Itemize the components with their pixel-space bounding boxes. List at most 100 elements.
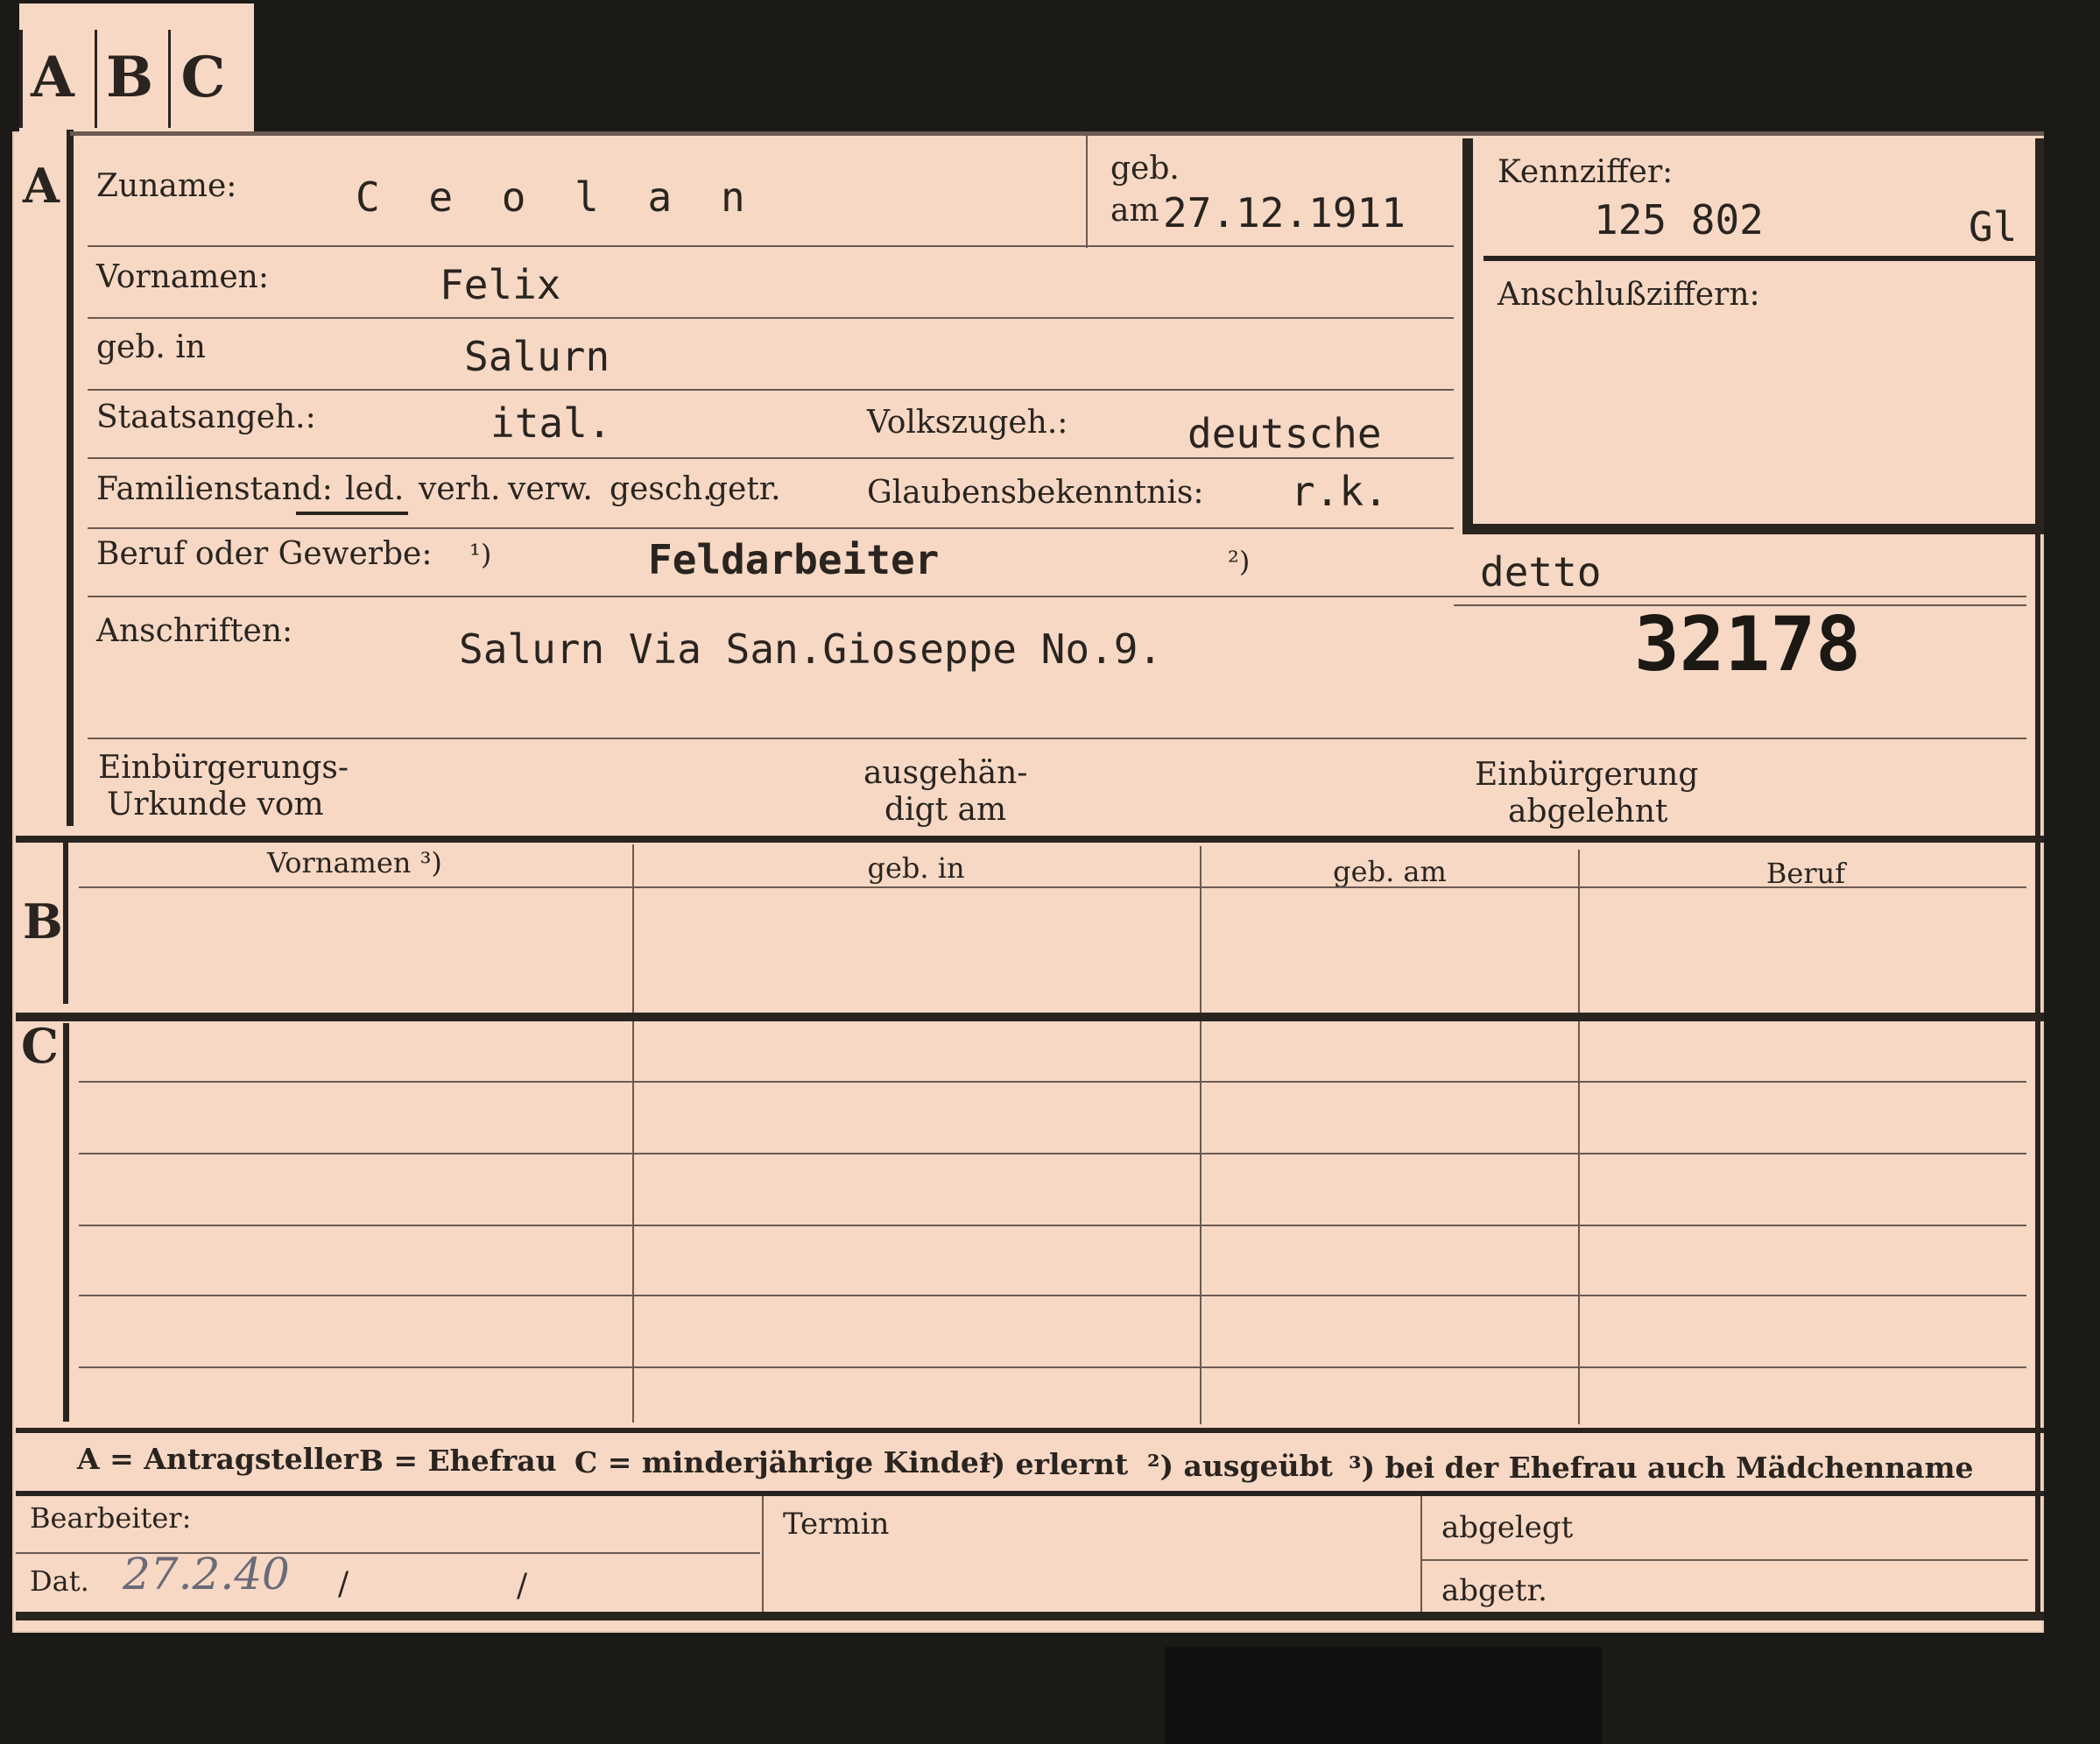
top-border	[70, 131, 2044, 136]
col-header-firstnames: Vornamen ³)	[267, 846, 442, 879]
marital-option-getr: getr.	[708, 471, 781, 507]
section-ab-divider	[16, 836, 2044, 843]
occupation-value-2: detto	[1480, 548, 1602, 596]
rejected-label-1: Einbürgerung	[1475, 757, 1699, 793]
ethnicity-label: Volkszugeh.:	[867, 405, 1068, 441]
birthplace-value: Salurn	[464, 333, 610, 380]
birth-date-label-1: geb.	[1110, 151, 1180, 187]
section-b-letter: B	[23, 893, 63, 950]
tab-c[interactable]: C	[170, 30, 236, 126]
stamp-number: 32178	[1634, 601, 1861, 688]
date-value: 27.2.40	[123, 1549, 290, 1599]
c-row-line-5	[79, 1366, 2026, 1368]
naturalization-label-2: Urkunde vom	[107, 787, 324, 823]
marital-option-gesch: gesch.	[610, 471, 713, 507]
footer-filed-line	[1422, 1559, 2028, 1561]
issued-label-2: digt am	[884, 792, 1007, 828]
citizenship-value: ital.	[490, 399, 612, 447]
legend-c: C = minderjährige Kinder	[574, 1445, 995, 1479]
row-line-1	[88, 245, 1454, 247]
row-line-4	[88, 457, 1454, 459]
date-slash-2: /	[517, 1568, 528, 1604]
left-border-a	[67, 130, 74, 826]
filed-label: abgelegt	[1441, 1510, 1574, 1545]
footer-divider-1	[762, 1496, 764, 1613]
section-bc-divider	[16, 1013, 2044, 1021]
ethnicity-value: deutsche	[1187, 410, 1382, 457]
rejected-label-2: abgelehnt	[1508, 794, 1668, 830]
left-border-b	[63, 837, 68, 1004]
firstname-label: Vornamen:	[96, 259, 269, 295]
date-label: Dat.	[30, 1564, 89, 1598]
footer-bottom-line	[16, 1612, 2044, 1620]
date-slash-1: /	[338, 1566, 349, 1602]
c-row-line-4	[79, 1295, 2026, 1296]
occupation-note-1: ¹)	[469, 538, 492, 571]
id-box-separator	[1483, 256, 2035, 261]
col-divider-1	[632, 844, 634, 1423]
address-value: Salurn Via San.Gioseppe No.9.	[459, 625, 1163, 673]
marital-option-verw: verw.	[508, 471, 593, 507]
background-shadow	[1165, 1647, 1603, 1744]
row-line-7	[88, 738, 2026, 739]
legend-top-line	[16, 1428, 2044, 1433]
c-row-line-3	[79, 1225, 2026, 1226]
birth-date-value: 27.12.1911	[1163, 189, 1406, 237]
tab-b[interactable]: B	[96, 30, 163, 126]
col-header-birthplace: geb. in	[867, 851, 965, 885]
birth-date-divider	[1086, 136, 1088, 248]
legend-note-3: ³) bei der Ehefrau auch Mädchenname	[1349, 1451, 1974, 1485]
marital-label: Familienstand:	[96, 471, 333, 507]
col-header-birthdate: geb. am	[1333, 855, 1447, 888]
marital-underline	[296, 512, 408, 515]
tab-a[interactable]: A	[19, 30, 86, 126]
naturalization-label-1: Einbürgerungs-	[98, 750, 349, 786]
id-code-label: Kennziffer:	[1497, 154, 1674, 190]
row-line-5	[88, 527, 1454, 529]
id-box-right	[2035, 138, 2044, 533]
row-line-2	[88, 317, 1454, 319]
surname-value: C e o l a n	[356, 173, 758, 221]
birth-date-label-2: am	[1110, 193, 1159, 229]
row-line-3	[88, 389, 1454, 391]
id-box-left	[1462, 138, 1473, 533]
section-a-letter: A	[23, 158, 60, 214]
address-label: Anschriften:	[96, 613, 293, 649]
occupation-note-2: ²)	[1228, 545, 1251, 578]
occupation-label: Beruf oder Gewerbe:	[96, 536, 433, 572]
processor-label: Bearbeiter:	[30, 1501, 192, 1535]
filed-out-label: abgetr.	[1441, 1573, 1547, 1608]
index-tab: A B C	[19, 4, 254, 135]
col-divider-2	[1200, 846, 1202, 1424]
citizenship-label: Staatsangeh.:	[96, 399, 316, 435]
col-divider-3	[1578, 850, 1580, 1424]
marital-option-led: led.	[345, 471, 405, 507]
section-c-letter: C	[21, 1018, 59, 1074]
c-row-line-2	[79, 1153, 2026, 1154]
c-row-line-1	[79, 1081, 2026, 1083]
id-code-suffix: Gl	[1969, 203, 2018, 251]
birthplace-label: geb. in	[96, 329, 206, 365]
deadline-label: Termin	[783, 1507, 890, 1542]
legend-note-2: ²) ausgeübt	[1147, 1449, 1333, 1483]
religion-value: r.k.	[1291, 468, 1388, 515]
firstname-value: Felix	[440, 261, 561, 308]
table-header-line	[79, 886, 2026, 888]
religion-label: Glaubensbekenntnis:	[867, 475, 1204, 511]
footer-divider-2	[1420, 1496, 1422, 1613]
issued-label-1: ausgehän-	[863, 755, 1028, 791]
marital-option-verh: verh.	[419, 471, 501, 507]
related-codes-label: Anschlußziffern:	[1497, 277, 1760, 313]
id-code-value: 125 802	[1594, 196, 1764, 244]
occupation-value-1: Feldarbeiter	[648, 536, 940, 583]
legend-note-1: ¹) erlernt	[979, 1447, 1129, 1481]
right-border	[2035, 534, 2040, 1620]
legend-b: B = Ehefrau	[359, 1444, 557, 1478]
col-header-occupation: Beruf	[1765, 857, 1846, 890]
left-border-c	[63, 1023, 69, 1422]
legend-bottom-line	[16, 1491, 2044, 1496]
row-line-6	[88, 596, 2026, 597]
id-box-bottom	[1462, 524, 2044, 534]
surname-label: Zuname:	[96, 168, 237, 204]
legend-a: A = Antragsteller	[77, 1442, 359, 1476]
